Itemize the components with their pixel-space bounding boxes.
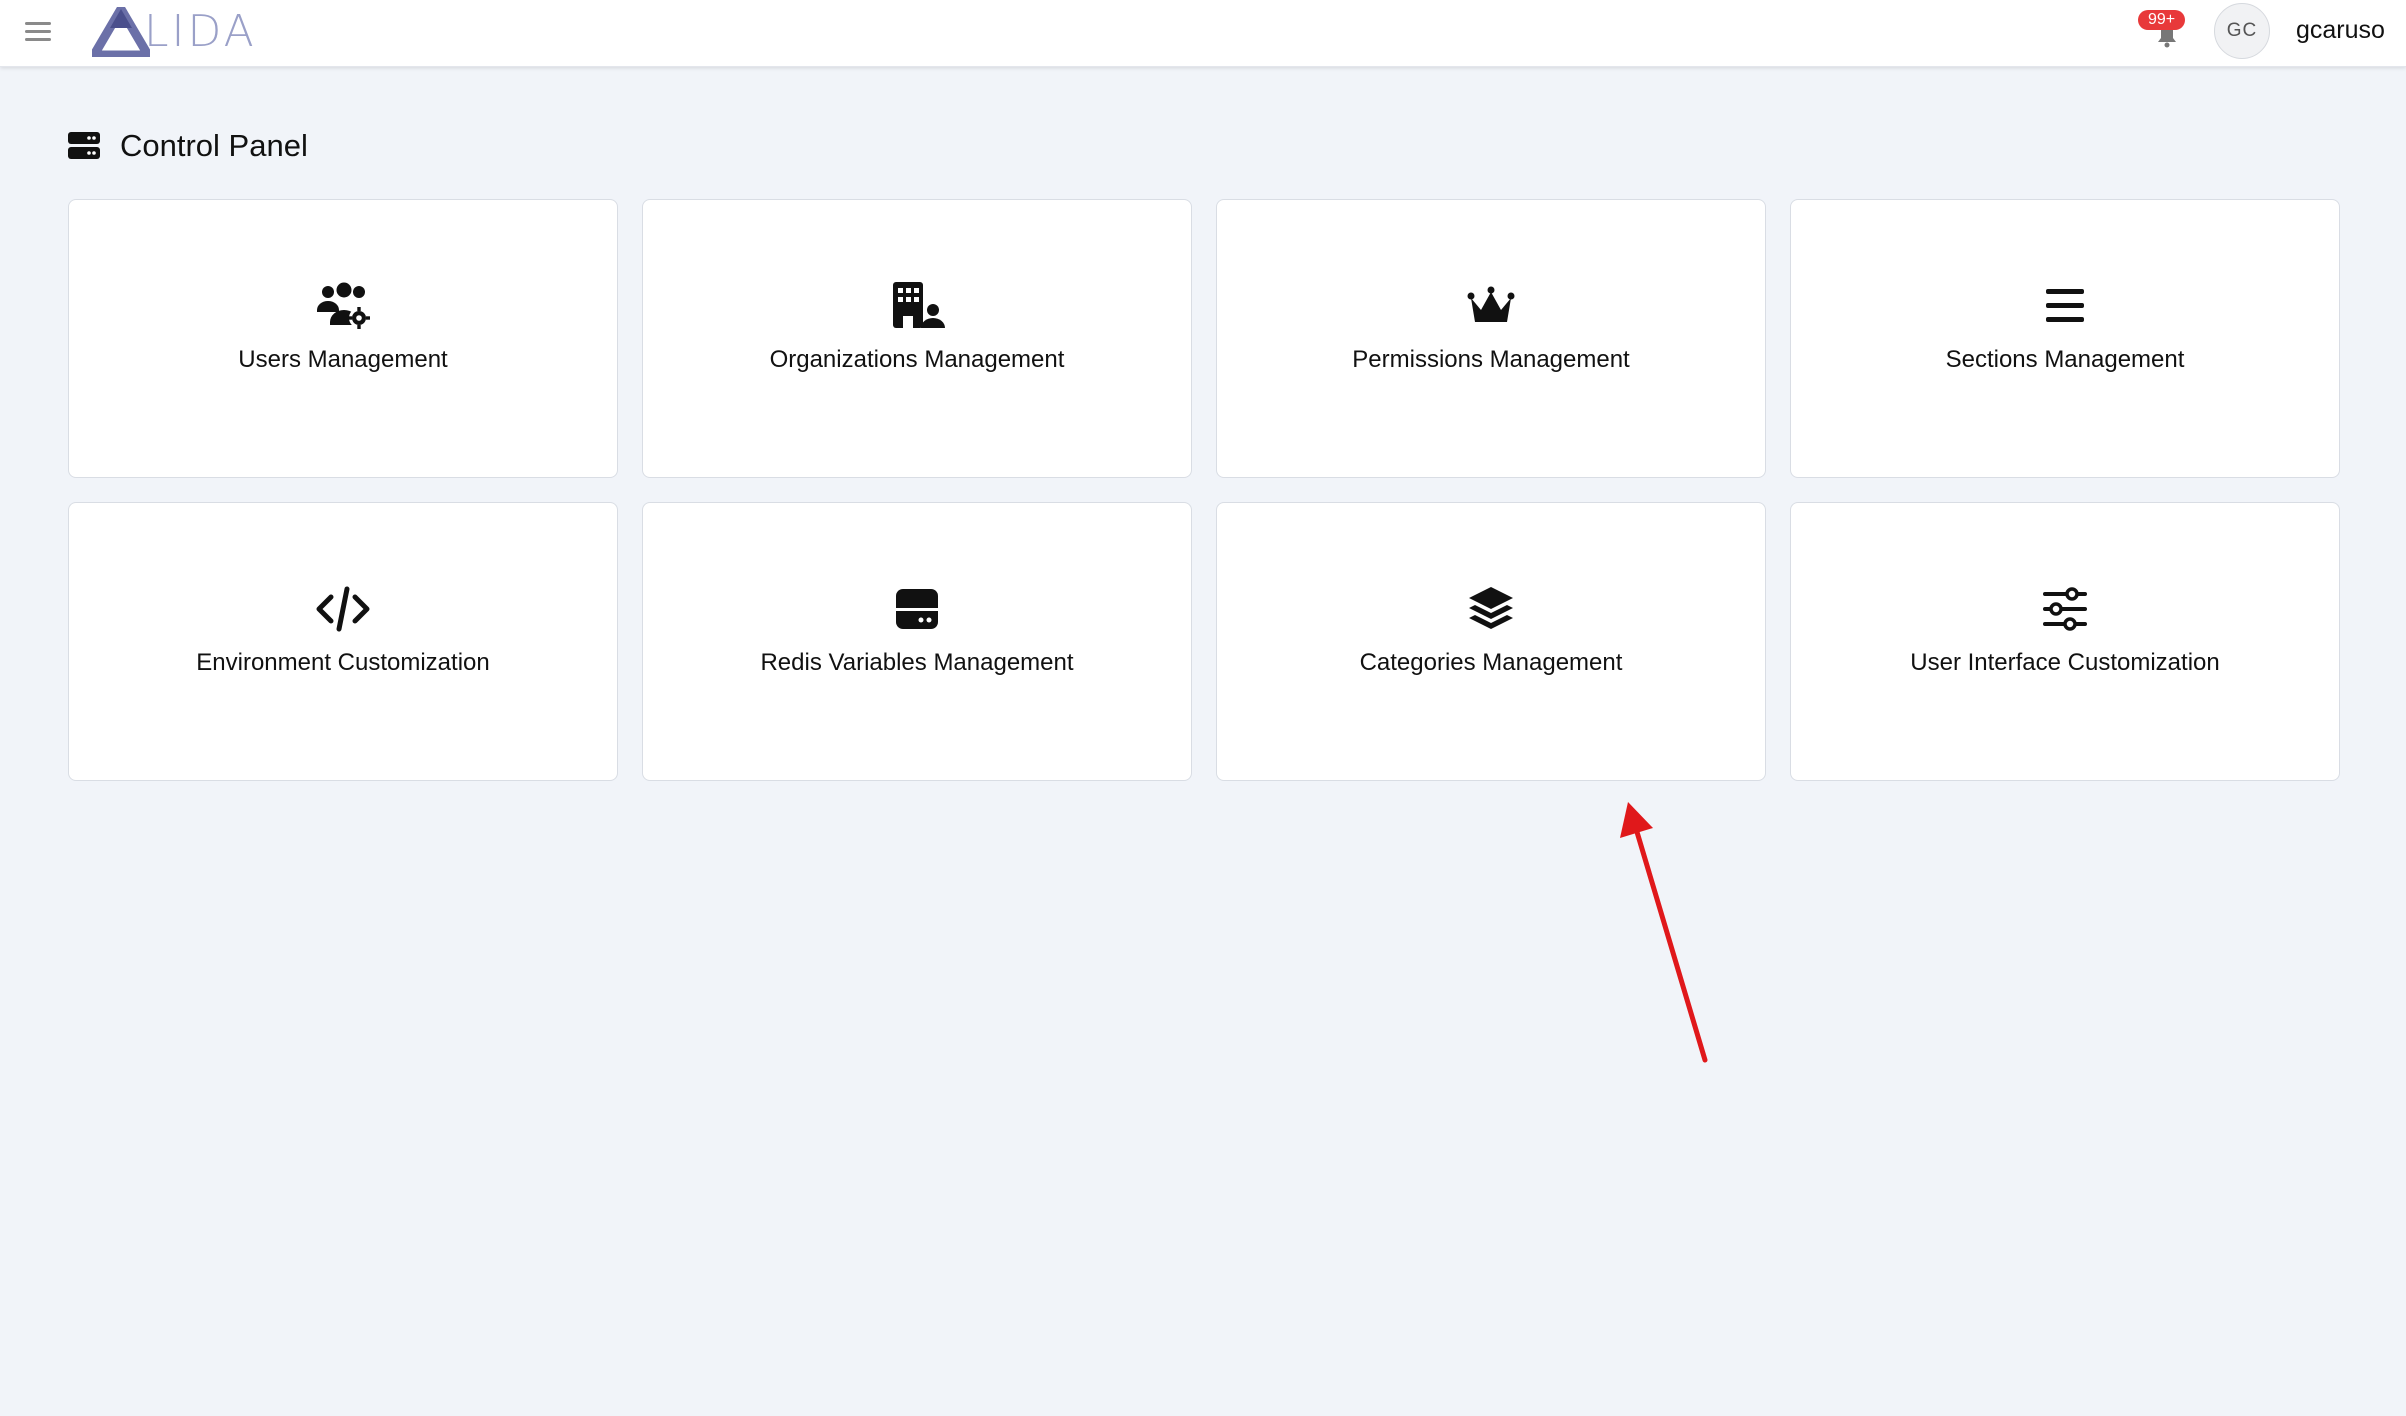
card-permissions-management[interactable]: Permissions Management	[1216, 199, 1766, 478]
user-avatar[interactable]: GC	[2214, 3, 2270, 59]
notification-badge: 99+	[2138, 10, 2186, 30]
logo-text: LIDA	[144, 6, 257, 57]
card-categories-management[interactable]: Categories Management	[1216, 502, 1766, 781]
card-label: Environment Customization	[196, 649, 490, 676]
page-title: Control Panel	[120, 128, 308, 163]
card-label: Permissions Management	[1352, 346, 1630, 373]
card-sections-management[interactable]: Sections Management	[1790, 199, 2340, 478]
layer-group-icon	[1469, 587, 1513, 629]
card-user-interface-customization[interactable]: User Interface Customization	[1790, 502, 2340, 781]
menu-toggle-icon[interactable]	[25, 17, 51, 47]
top-navbar: LIDA 99+ GC gcaruso	[0, 0, 2406, 67]
card-label: Sections Management	[1945, 346, 2185, 373]
server-icon	[68, 132, 100, 159]
username-label[interactable]: gcaruso	[2296, 16, 2385, 45]
card-label: User Interface Customization	[1910, 649, 2220, 676]
code-icon	[316, 586, 370, 632]
card-label: Organizations Management	[769, 346, 1065, 373]
page-header: Control Panel	[68, 128, 308, 164]
card-label: Categories Management	[1359, 649, 1623, 676]
card-label: Users Management	[238, 346, 448, 373]
card-organizations-management[interactable]: Organizations Management	[642, 199, 1192, 478]
sliders-icon	[2043, 587, 2087, 631]
hard-drive-icon	[896, 589, 938, 629]
crown-icon	[1467, 286, 1515, 322]
app-logo[interactable]: LIDA	[92, 4, 257, 60]
card-environment-customization[interactable]: Environment Customization	[68, 502, 618, 781]
card-redis-variables-management[interactable]: Redis Variables Management	[642, 502, 1192, 781]
card-users-management[interactable]: Users Management	[68, 199, 618, 478]
card-label: Redis Variables Management	[760, 649, 1074, 676]
users-cog-icon	[317, 282, 370, 329]
control-panel-grid: Users Management Organizations Managemen…	[68, 199, 2340, 781]
bars-icon	[2046, 289, 2084, 322]
logo-triangle-icon	[92, 7, 150, 57]
building-user-icon	[893, 282, 945, 328]
